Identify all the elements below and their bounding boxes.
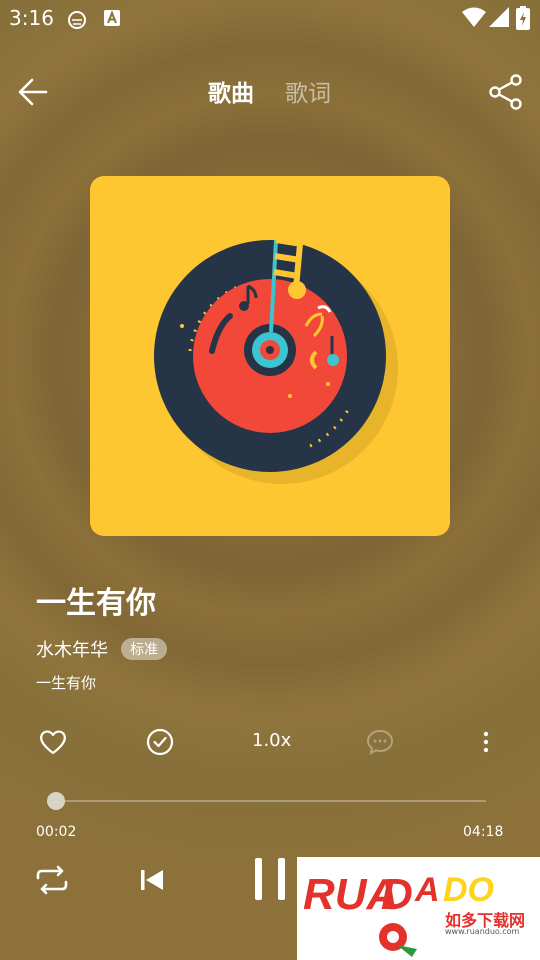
download-button[interactable] (144, 726, 176, 758)
svg-text:A: A (414, 871, 440, 909)
comment-icon (366, 729, 394, 755)
player-header: 歌曲 歌词 (0, 60, 540, 120)
current-time: 00:02 (36, 824, 77, 840)
song-title: 一生有你 (36, 586, 156, 621)
repeat-icon (36, 865, 68, 895)
more-vertical-icon (483, 731, 489, 753)
like-button[interactable] (37, 726, 69, 758)
wifi-icon (462, 7, 486, 31)
repeat-button[interactable] (32, 860, 72, 900)
signal-icon (489, 7, 509, 31)
comment-button[interactable] (364, 726, 396, 758)
a-notification-icon (102, 8, 122, 32)
pause-icon (255, 858, 285, 900)
action-row: 1.0x (0, 720, 540, 764)
progress-thumb[interactable] (47, 792, 65, 810)
more-button[interactable] (470, 726, 502, 758)
previous-button[interactable] (134, 862, 170, 898)
svg-text:D: D (381, 870, 413, 919)
artist-row: 水木年华 标准 (36, 636, 168, 664)
pause-button[interactable] (248, 854, 292, 904)
check-circle-icon (146, 728, 174, 756)
watermark-url: www.ruanduo.com (445, 927, 520, 936)
arrow-left-icon (18, 78, 48, 106)
watermark-logo: RUA D A DO 如多下载网 www.ruanduo.com (297, 857, 540, 960)
status-bar: 3:16 (0, 0, 540, 36)
artist-name[interactable]: 水木年华 (36, 640, 108, 661)
cat-notification-icon (66, 8, 88, 34)
album-cover (90, 176, 450, 536)
tab-lyrics[interactable]: 歌词 (285, 74, 331, 108)
playback-speed[interactable]: 1.0x (252, 730, 291, 751)
battery-icon (516, 6, 530, 34)
total-time: 04:18 (463, 824, 504, 840)
share-icon (489, 74, 522, 110)
svg-text:DO: DO (443, 871, 494, 909)
quality-badge[interactable]: 标准 (121, 638, 168, 660)
share-button[interactable] (486, 72, 526, 112)
skip-previous-icon (141, 870, 163, 890)
back-button[interactable] (14, 72, 54, 112)
progress-track[interactable] (56, 800, 486, 802)
vinyl-record-icon (154, 237, 398, 484)
heart-icon (40, 730, 66, 755)
album-name[interactable]: 一生有你 (36, 672, 96, 693)
tab-song[interactable]: 歌曲 (208, 74, 254, 108)
status-time: 3:16 (9, 6, 54, 30)
